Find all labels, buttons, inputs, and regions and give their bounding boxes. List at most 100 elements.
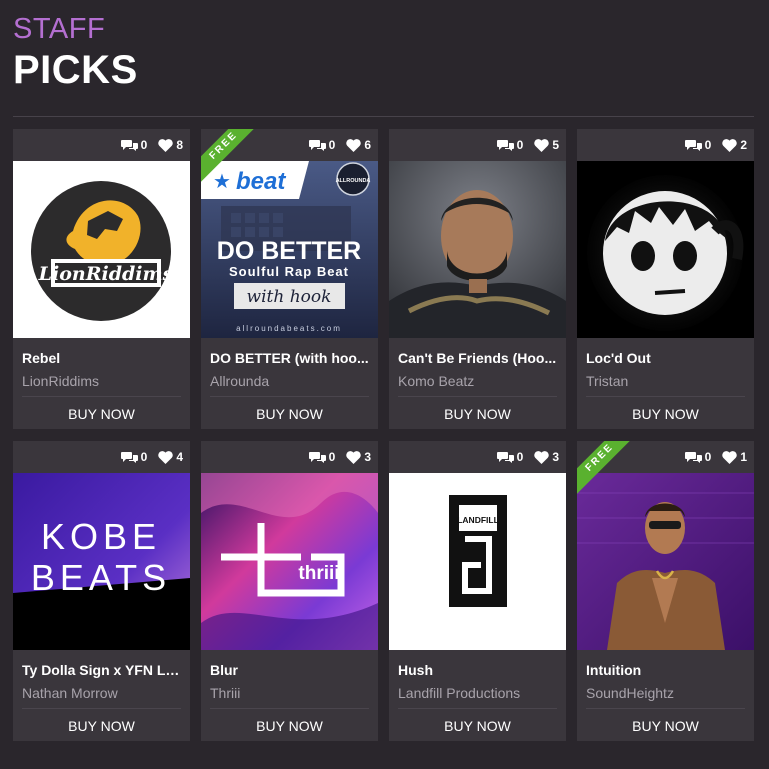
- like-count-value: 3: [364, 450, 371, 464]
- beat-title[interactable]: Rebel: [13, 349, 190, 367]
- buy-now-button[interactable]: BUY NOW: [13, 405, 190, 423]
- comment-count[interactable]: 0: [684, 450, 712, 464]
- card-divider: [22, 708, 181, 709]
- kobe-beats-cover: KOBE BEATS: [13, 473, 190, 650]
- comment-count[interactable]: 0: [120, 450, 147, 464]
- cover-art[interactable]: KOBE BEATS: [13, 473, 190, 650]
- heart-icon: [722, 450, 738, 464]
- comment-count-value: 0: [704, 450, 712, 464]
- heart-icon: [158, 450, 174, 464]
- section-header: STAFF PICKS: [13, 12, 756, 92]
- beat-title[interactable]: Intuition: [577, 661, 754, 679]
- cover-art[interactable]: ★ beat ALLROUNDA DO BETTER Soulful Rap B…: [201, 161, 378, 338]
- beat-card[interactable]: FREE 0 1 Intuition SoundHeightz BUY NOW: [577, 441, 754, 741]
- beat-artist[interactable]: Allrounda: [201, 372, 378, 390]
- cover-line1-text: KOBE: [41, 516, 161, 557]
- beat-card[interactable]: 0 5 Can't Be Friends (Hoo... Komo Beatz …: [389, 129, 566, 429]
- like-count-value: 8: [176, 138, 183, 152]
- landfill-logo: LANDFILL: [389, 473, 566, 650]
- beat-artist[interactable]: Komo Beatz: [389, 372, 566, 390]
- cartoon-face-image: [577, 161, 754, 338]
- heart-icon: [722, 138, 738, 152]
- beat-title[interactable]: DO BETTER (with hoo...: [201, 349, 378, 367]
- like-count[interactable]: 3: [534, 450, 559, 464]
- beat-card[interactable]: FREE 0 6 ★ beat ALLROUNDA DO BETTER Soul…: [201, 129, 378, 429]
- heart-icon: [346, 450, 362, 464]
- heart-icon: [346, 138, 362, 152]
- heart-icon: [158, 138, 174, 152]
- beat-title[interactable]: Blur: [201, 661, 378, 679]
- landfill-wordmark: LANDFILL: [457, 515, 499, 525]
- cover-art[interactable]: LionRiddims: [13, 161, 190, 338]
- comment-count[interactable]: 0: [684, 138, 712, 152]
- artist-portrait-image: [389, 161, 566, 338]
- cover-art[interactable]: [577, 161, 754, 338]
- section-kicker: STAFF: [13, 13, 106, 45]
- cover-subtitle-text: Soulful Rap Beat: [229, 264, 349, 279]
- speech-bubbles-icon: [120, 139, 138, 151]
- beat-card[interactable]: 0 2 Loc'd Out Tristan BUY NOW: [577, 129, 754, 429]
- buy-now-button[interactable]: BUY NOW: [577, 717, 754, 735]
- cover-art[interactable]: LANDFILL: [389, 473, 566, 650]
- card-divider: [210, 708, 369, 709]
- buy-now-button[interactable]: BUY NOW: [201, 717, 378, 735]
- like-count-value: 5: [552, 138, 559, 152]
- thriii-cover: thriii: [201, 473, 378, 650]
- cover-art[interactable]: thriii: [201, 473, 378, 650]
- like-count[interactable]: 5: [534, 138, 559, 152]
- comment-count[interactable]: 0: [496, 450, 523, 464]
- like-count[interactable]: 1: [722, 450, 747, 464]
- beat-title[interactable]: Can't Be Friends (Hoo...: [389, 349, 566, 367]
- beat-title[interactable]: Loc'd Out: [577, 349, 754, 367]
- comment-count[interactable]: 0: [120, 138, 148, 152]
- buy-now-button[interactable]: BUY NOW: [201, 405, 378, 423]
- beat-artist[interactable]: SoundHeightz: [577, 684, 754, 702]
- beat-title[interactable]: Hush: [389, 661, 566, 679]
- comment-count-value: 0: [704, 138, 712, 152]
- like-count[interactable]: 6: [346, 138, 371, 152]
- comment-count[interactable]: 0: [308, 450, 336, 464]
- buy-now-button[interactable]: BUY NOW: [389, 405, 566, 423]
- cover-art[interactable]: [389, 161, 566, 338]
- do-better-cover: ★ beat ALLROUNDA DO BETTER Soulful Rap B…: [201, 161, 378, 338]
- beat-card[interactable]: 0 4 KOBE BEATS Ty Dolla Sign x YFN Lu...: [13, 441, 190, 741]
- beat-artist[interactable]: Thriii: [201, 684, 378, 702]
- beat-card[interactable]: 0 3 thriii Blur Thriii BUY NOW: [201, 441, 378, 741]
- beat-card[interactable]: 0 3 LANDFILL Hush Landfill Productions B…: [389, 441, 566, 741]
- card-divider: [398, 396, 557, 397]
- buy-now-button[interactable]: BUY NOW: [389, 717, 566, 735]
- allrounda-logo: ALLROUNDA: [336, 178, 371, 184]
- beat-title[interactable]: Ty Dolla Sign x YFN Lu...: [13, 661, 190, 679]
- comment-count[interactable]: 0: [308, 138, 336, 152]
- card-stats: 0 3: [389, 441, 566, 473]
- comment-count-value: 0: [328, 450, 336, 464]
- buy-now-button[interactable]: BUY NOW: [13, 717, 190, 735]
- beat-artist[interactable]: Tristan: [577, 372, 754, 390]
- speech-bubbles-icon: [496, 451, 514, 463]
- section-title: PICKS: [13, 48, 138, 92]
- card-stats: 0 3: [201, 441, 378, 473]
- cover-art[interactable]: [577, 473, 754, 650]
- beat-artist[interactable]: LionRiddims: [13, 372, 190, 390]
- beat-brand-text: beat: [236, 168, 286, 195]
- beat-card[interactable]: 0 8 LionRiddims Rebel LionRiddims BUY NO…: [13, 129, 190, 429]
- comment-count-value: 0: [328, 138, 336, 152]
- comment-count-value: 0: [516, 138, 524, 152]
- like-count[interactable]: 3: [346, 450, 371, 464]
- beat-artist[interactable]: Landfill Productions: [389, 684, 566, 702]
- like-count[interactable]: 2: [722, 138, 747, 152]
- comment-count[interactable]: 0: [496, 138, 524, 152]
- beat-artist[interactable]: Nathan Morrow: [13, 684, 190, 702]
- cover-hook-text: with hook: [247, 287, 332, 307]
- card-divider: [210, 396, 369, 397]
- card-stats: 0 5: [389, 129, 566, 161]
- like-count-value: 1: [740, 450, 747, 464]
- cover-title-text: DO BETTER: [217, 237, 361, 265]
- lion-riddims-logo: LionRiddims: [13, 161, 190, 338]
- like-count-value: 4: [176, 450, 183, 464]
- buy-now-button[interactable]: BUY NOW: [577, 405, 754, 423]
- like-count[interactable]: 4: [158, 450, 183, 464]
- comment-count-value: 0: [140, 138, 148, 152]
- speech-bubbles-icon: [684, 451, 702, 463]
- like-count[interactable]: 8: [158, 138, 183, 152]
